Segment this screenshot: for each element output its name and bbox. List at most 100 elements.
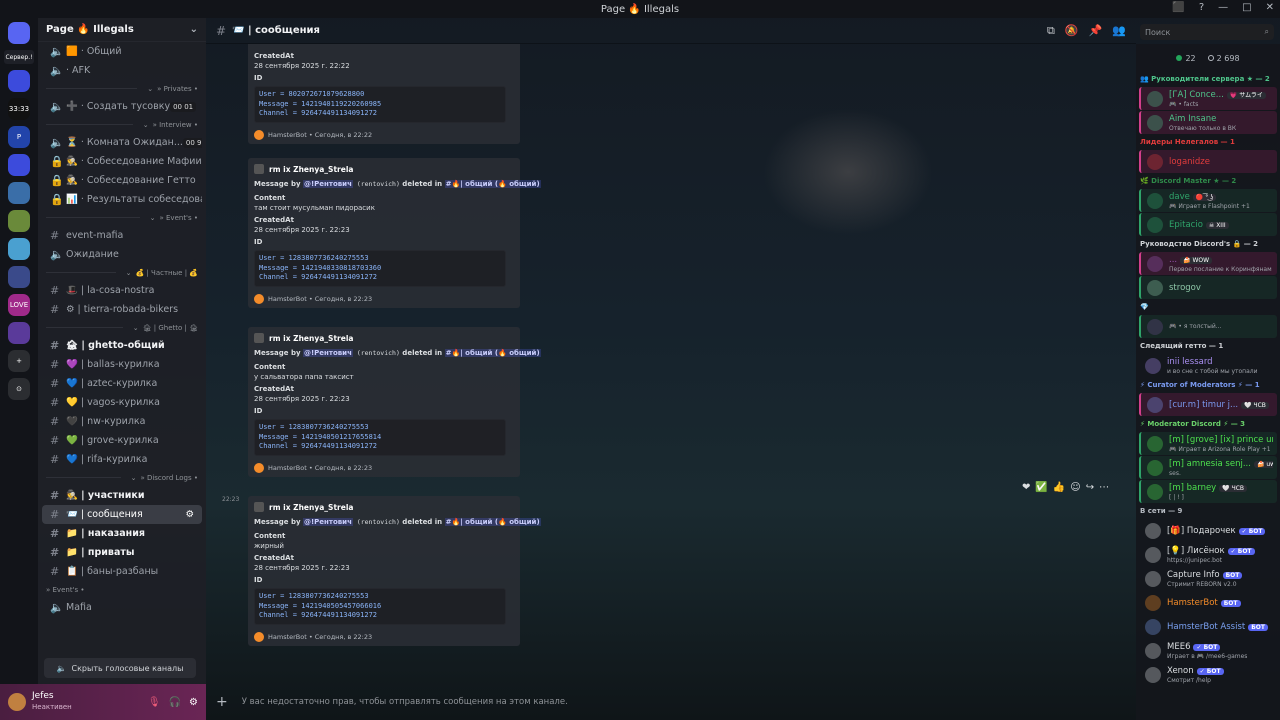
member-item[interactable]: [🎁] Подарочек ✓ БОТ xyxy=(1139,519,1277,542)
settings-gear-icon[interactable]: ⚙ xyxy=(189,697,198,708)
channel-category[interactable]: » Event's • xyxy=(38,581,206,598)
channel-category[interactable]: ⌄» Privates • xyxy=(38,80,206,97)
member-item[interactable]: strogov xyxy=(1139,276,1277,299)
check-icon[interactable]: ✅ xyxy=(1035,482,1047,493)
channel-item[interactable]: # 🖤 | nw-курилка xyxy=(42,412,202,431)
add-server-icon[interactable]: + xyxy=(8,350,30,372)
channel-item[interactable]: # 💜 | ballas-курилка xyxy=(42,355,202,374)
server-icon[interactable]: LOVE xyxy=(8,294,30,316)
server-icon[interactable] xyxy=(8,322,30,344)
channel-category[interactable]: ⌄» Discord Logs • xyxy=(38,469,206,486)
member-item[interactable]: ... 🍰 WOW Первое послание к Коринфянам xyxy=(1139,252,1277,275)
channel-item[interactable]: 🔈⏳ · Комната Ожидан...00 99 xyxy=(42,133,202,152)
server-icon[interactable]: P xyxy=(8,126,30,148)
server-icon[interactable] xyxy=(8,210,30,232)
channel-mention[interactable]: #🔥| общий (🔥 общий) xyxy=(444,518,541,526)
channel-item[interactable]: 🔒 🕵 · Собеседование Мафии xyxy=(42,152,202,171)
folder-icon[interactable] xyxy=(8,70,30,92)
channel-item[interactable]: # 📨 | сообщения ⚙ xyxy=(42,505,202,524)
channel-item[interactable]: # 📁 | приваты xyxy=(42,543,202,562)
member-item[interactable]: dave 🔴 ͡° ͜ʖ 🎮 Играет в Flashpoint +1 xyxy=(1139,189,1277,212)
channel-item[interactable]: # 🕵 | участники xyxy=(42,486,202,505)
channel-item[interactable]: 🔒📊 · Результаты собеседования xyxy=(42,190,202,209)
emoji-icon[interactable]: ☺ xyxy=(1070,482,1080,493)
channel-item[interactable]: # event-mafia xyxy=(42,226,202,245)
mute-icon[interactable]: 🔕 xyxy=(1065,24,1079,38)
channel-item[interactable]: 🔈 Mafia xyxy=(42,598,202,617)
channel-item[interactable]: # 💚 | grove-курилка xyxy=(42,431,202,450)
channel-item[interactable]: 🔈 🟧 · Общий xyxy=(42,42,202,61)
member-item[interactable]: [cur.m] timur j... 🤍 ЧСВ xyxy=(1139,393,1277,416)
channel-item[interactable]: # 📋 | баны-разбаны xyxy=(42,562,202,581)
close-icon[interactable]: ✕ xyxy=(1266,2,1274,13)
discover-icon[interactable]: ⊙ xyxy=(8,378,30,400)
thumbs-up-icon[interactable]: 👍 xyxy=(1053,482,1065,493)
channel-mention[interactable]: #🔥| общий (🔥 общий) xyxy=(444,349,541,357)
member-item[interactable]: [m] amnesia senj...🍰 uwhses. xyxy=(1139,456,1277,479)
channel-item[interactable]: # 💛 | vagos-курилка xyxy=(42,393,202,412)
member-item[interactable]: inii lessard и во сне с тобой мы утопали xyxy=(1139,354,1277,377)
member-item[interactable]: Capture Info БОТ Стримит REBORN v2.0 xyxy=(1139,567,1277,590)
member-item[interactable]: [m] [grove] [ix] prince un...🎮 Играет в … xyxy=(1139,432,1277,455)
settings-gear-icon[interactable]: ⚙ xyxy=(185,509,194,520)
maximize-icon[interactable]: □ xyxy=(1242,2,1251,13)
message-actions: ❤ ✅ 👍 ☺ ↪ ⋯ xyxy=(1022,482,1109,493)
channel-item[interactable]: # 🏚 | ghetto-общий xyxy=(42,336,202,355)
mic-muted-icon[interactable]: 🎙 xyxy=(148,697,161,708)
channel-category[interactable]: ⌄ 💰 | Частные | 💰 xyxy=(38,264,206,281)
chevron-down-icon[interactable]: ⌄ xyxy=(190,24,198,35)
heart-icon[interactable]: ❤ xyxy=(1022,482,1030,493)
deafen-icon[interactable]: 🎧 xyxy=(169,697,181,708)
more-icon[interactable]: ⋯ xyxy=(1099,482,1109,493)
help-icon[interactable]: ? xyxy=(1199,2,1204,13)
user-mention[interactable]: @!Рентович xyxy=(302,180,353,188)
channel-item[interactable]: 🔈 · AFK xyxy=(42,61,202,80)
avatar[interactable] xyxy=(8,693,26,711)
member-item[interactable]: HamsterBot БОТ xyxy=(1139,591,1277,614)
member-item[interactable]: [m] barney 🤍 ЧСВ[ | ! ] xyxy=(1139,480,1277,503)
reply-icon[interactable]: ↪ xyxy=(1086,482,1094,493)
server-header[interactable]: Page 🔥 Illegals ⌄ xyxy=(38,18,206,42)
role-header: 👥 Руководители сервера ★ — 2 xyxy=(1140,75,1270,83)
channel-item[interactable]: # 💙 | rifa-курилка xyxy=(42,450,202,469)
channel-item[interactable]: # 💙 | aztec-курилка xyxy=(42,374,202,393)
channel-category[interactable]: ⌄» Event's • xyxy=(38,209,206,226)
channel-category[interactable]: ⌄ 🏚 | Ghetto | 🏚 xyxy=(38,319,206,336)
server-icon[interactable] xyxy=(8,266,30,288)
server-icon[interactable] xyxy=(8,238,30,260)
member-item[interactable]: [💡] Лисёнок ✓ БОТ https://junipec.bot xyxy=(1139,543,1277,566)
member-item[interactable]: 🎮 • я толстый... xyxy=(1139,315,1277,338)
channel-mention[interactable]: #🔥| общий (🔥 общий) xyxy=(444,180,541,188)
folder-icon[interactable] xyxy=(8,154,30,176)
member-item[interactable]: loganidze xyxy=(1139,150,1277,173)
member-item[interactable]: Epitacio ☠ XIII xyxy=(1139,213,1277,236)
user-mention[interactable]: @!Рентович xyxy=(302,349,353,357)
member-item[interactable]: Xenon ✓ БОТ Смотрит /help xyxy=(1139,663,1277,686)
members-icon[interactable]: 👥 xyxy=(1112,24,1126,38)
threads-icon[interactable]: ⧉ xyxy=(1047,24,1055,38)
channel-item[interactable]: 🔈 Ожидание xyxy=(42,245,202,264)
user-info[interactable]: Jefes Неактивен xyxy=(32,691,72,713)
member-item[interactable]: MEE6 ✓ БОТ Играет в 🎮 /mee6-games xyxy=(1139,639,1277,662)
channel-item[interactable]: # ⚙ | tierra-robada-bikers xyxy=(42,300,202,319)
channel-item[interactable]: 🔒 🕵 · Собеседование Гетто xyxy=(42,171,202,190)
channel-item[interactable]: # 🎩 | la-cosa-nostra xyxy=(42,281,202,300)
member-item[interactable]: Aim Insane Отвечаю только в ВК xyxy=(1139,111,1277,134)
hide-voice-channels-button[interactable]: 🔈 Скрыть голосовые каналы xyxy=(44,658,196,678)
channel-name: 💙 | aztec-курилка xyxy=(66,378,158,389)
channel-item[interactable]: 🔈 ➕ · Создать тусовку 00 01 xyxy=(42,97,202,116)
minimize-icon[interactable]: — xyxy=(1218,2,1228,13)
server-icon[interactable]: 33:33 xyxy=(8,98,30,120)
user-mention[interactable]: @!Рентович xyxy=(302,518,353,526)
avatar xyxy=(1147,483,1163,500)
pin-icon[interactable]: 📌 xyxy=(1089,24,1103,38)
server-icon[interactable] xyxy=(8,182,30,204)
search-input[interactable]: Поиск ⌕ xyxy=(1140,24,1274,40)
discord-icon[interactable] xyxy=(8,22,30,44)
member-item[interactable]: [ГА] Conce... 💗 サムライ 🎮 • facts xyxy=(1139,87,1277,110)
inbox-icon[interactable]: ⬛ xyxy=(1172,2,1184,13)
server-text[interactable]: Сервер.! xyxy=(4,50,34,64)
channel-category[interactable]: ⌄» Interview • xyxy=(38,116,206,133)
member-item[interactable]: HamsterBot Assist БОТ xyxy=(1139,615,1277,638)
channel-item[interactable]: # 📁 | наказания xyxy=(42,524,202,543)
